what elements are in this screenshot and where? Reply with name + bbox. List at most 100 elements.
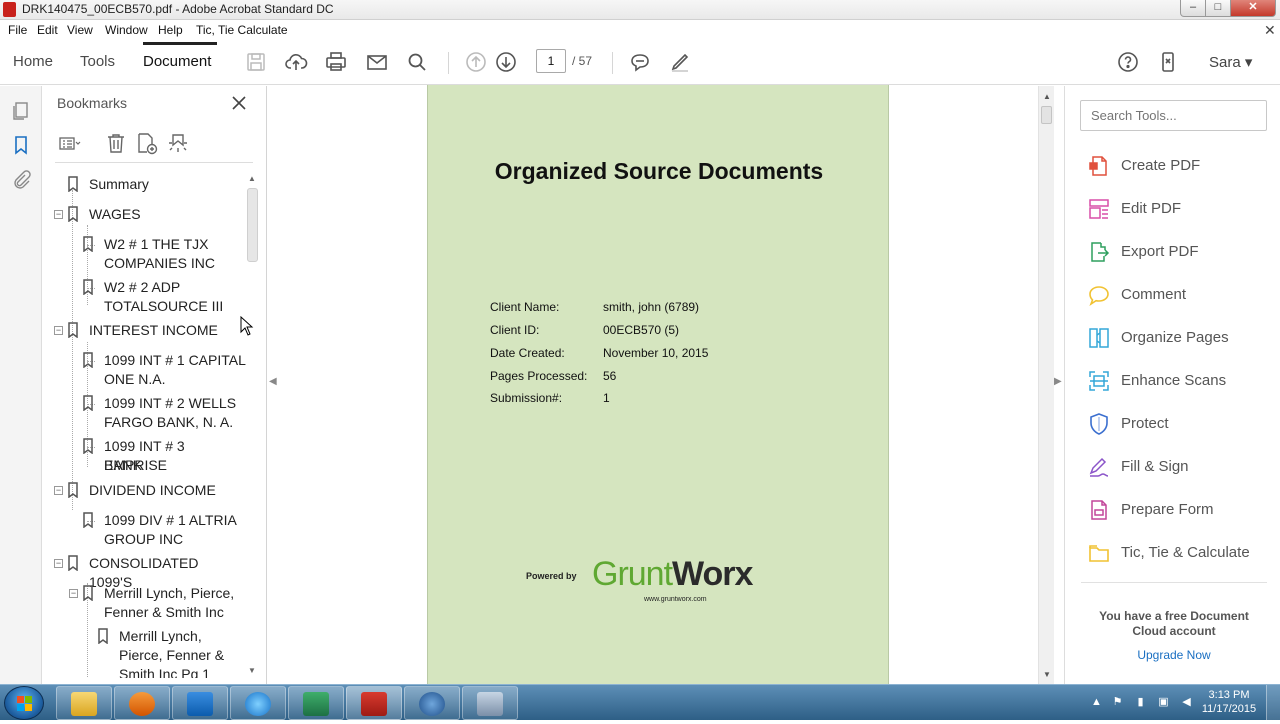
close-icon[interactable] [230, 94, 248, 112]
network-tool-icon[interactable] [462, 686, 518, 720]
next-page-icon[interactable] [494, 50, 520, 74]
menu-tic-tie-calculate[interactable]: Tic, Tie Calculate [196, 23, 288, 37]
bookmark-w2-1[interactable]: W2 # 1 THE TJX COMPANIES INC [42, 232, 247, 272]
bookmark-w2-2[interactable]: W2 # 2 ADP TOTALSOURCE III [42, 275, 247, 315]
tool-fill-sign[interactable]: Fill & Sign [1087, 455, 1277, 483]
menu-file[interactable]: File [8, 23, 27, 37]
tool-enhance-scans[interactable]: Enhance Scans [1087, 369, 1277, 397]
tool-label: Organize Pages [1121, 329, 1229, 346]
upgrade-now-link[interactable]: Upgrade Now [1089, 648, 1259, 662]
tool-create-pdf[interactable]: Create PDF [1087, 154, 1277, 182]
scroll-thumb[interactable] [1041, 106, 1052, 124]
collapse-toggle[interactable]: − [54, 210, 63, 219]
expand-tools-pane-icon[interactable]: ▶ [1054, 376, 1062, 387]
collapse-toggle[interactable]: − [54, 486, 63, 495]
highlight-pen-icon[interactable] [668, 50, 694, 74]
maximize-button[interactable]: □ [1205, 0, 1231, 17]
action-center-flag-icon[interactable]: ⚑ [1111, 696, 1124, 709]
search-tools-input[interactable] [1080, 100, 1267, 131]
scroll-thumb[interactable] [247, 188, 258, 262]
media-player-icon[interactable] [114, 686, 170, 720]
bookmark-options-icon[interactable] [58, 131, 84, 155]
scroll-down-arrow[interactable]: ▼ [1043, 670, 1051, 679]
system-clock[interactable]: 3:13 PM 11/17/2015 [1200, 688, 1258, 716]
bookmark-merrill-lynch[interactable]: − Merrill Lynch, Pierce, Fenner & Smith … [42, 581, 247, 621]
new-bookmark-icon[interactable] [135, 131, 161, 155]
tool-tic-tie-calculate[interactable]: Tic, Tie & Calculate [1087, 541, 1277, 569]
show-hidden-icons-icon[interactable]: ▲ [1090, 696, 1103, 709]
volume-muted-icon[interactable]: ◀ [1180, 696, 1193, 709]
bookmark-1099-int-1[interactable]: 1099 INT # 1 CAPITAL ONE N.A. [42, 348, 247, 388]
help-icon[interactable] [1116, 50, 1142, 74]
bookmark-1099-div-1[interactable]: 1099 DIV # 1 ALTRIA GROUP INC [42, 508, 247, 548]
scroll-up-arrow[interactable]: ▲ [248, 174, 256, 183]
attachments-icon[interactable] [10, 168, 32, 190]
comment-icon[interactable] [628, 50, 654, 74]
bookmarks-scrollbar[interactable]: ▲ ▼ [245, 172, 259, 678]
collapse-toggle[interactable]: − [54, 559, 63, 568]
bookmark-wages[interactable]: − WAGES [42, 202, 242, 226]
user-menu[interactable]: Sara ▾ [1209, 53, 1252, 71]
clock-date: 11/17/2015 [1201, 703, 1257, 715]
tab-document[interactable]: Document [143, 53, 211, 70]
bookmark-1099-int-2[interactable]: 1099 INT # 2 WELLS FARGO BANK, N. A. [42, 391, 247, 431]
bookmark-merrill-lynch-pg1[interactable]: Merrill Lynch, Pierce, Fenner & Smith In… [42, 624, 247, 678]
scroll-down-arrow[interactable]: ▼ [248, 666, 256, 675]
bookmark-interest-income[interactable]: − INTEREST INCOME [42, 318, 242, 342]
start-button[interactable] [4, 686, 44, 720]
bookmark-label: COMPANIES INC [104, 255, 215, 271]
page-thumbnails-icon[interactable] [10, 100, 32, 122]
minimize-button[interactable]: – [1180, 0, 1206, 17]
tab-tools[interactable]: Tools [80, 53, 115, 70]
tool-comment[interactable]: Comment [1087, 283, 1277, 311]
close-window-button[interactable]: ✕ [1230, 0, 1276, 17]
tool-organize-pages[interactable]: Organize Pages [1087, 326, 1277, 354]
network-icon[interactable]: ▣ [1157, 696, 1170, 709]
bookmarks-icon[interactable] [10, 134, 32, 156]
file-explorer-icon[interactable] [56, 686, 112, 720]
search-icon[interactable] [405, 50, 431, 74]
previous-page-icon[interactable] [464, 50, 490, 74]
document-heading: Organized Source Documents [494, 158, 824, 184]
menu-window[interactable]: Window [105, 23, 148, 37]
collapse-toggle[interactable]: − [69, 589, 78, 598]
bookmark-dividend-income[interactable]: − DIVIDEND INCOME [42, 478, 242, 502]
tool-export-pdf[interactable]: Export PDF [1087, 240, 1277, 268]
print-icon[interactable] [324, 50, 350, 74]
bookmark-properties-icon[interactable] [166, 131, 192, 155]
collapse-left-pane-icon[interactable]: ◀ [269, 376, 277, 387]
tool-protect[interactable]: Protect [1087, 412, 1277, 440]
bookmark-summary[interactable]: Summary [42, 172, 242, 196]
tool-prepare-form[interactable]: Prepare Form [1087, 498, 1277, 526]
save-icon[interactable] [244, 50, 270, 74]
drake-14-icon[interactable] [404, 686, 460, 720]
page-number-input[interactable]: 1 [536, 49, 566, 73]
menu-help[interactable]: Help [158, 23, 183, 37]
excel-icon[interactable] [288, 686, 344, 720]
close-document-button[interactable]: ✕ [1264, 22, 1276, 39]
delete-bookmark-icon[interactable] [104, 131, 130, 155]
battery-icon[interactable]: ▮ [1134, 696, 1147, 709]
menu-view[interactable]: View [67, 23, 93, 37]
mobile-link-icon[interactable] [1156, 50, 1182, 74]
scroll-up-arrow[interactable]: ▲ [1043, 92, 1051, 101]
collapse-toggle[interactable]: − [54, 326, 63, 335]
show-desktop-button[interactable] [1266, 685, 1280, 721]
acrobat-icon[interactable] [346, 686, 402, 720]
tab-home[interactable]: Home [13, 53, 53, 70]
bookmark-1099-int-3[interactable]: 1099 INT # 3 EMPRISE BANK [42, 434, 247, 474]
document-view[interactable]: ◀ Organized Source Documents Client Name… [268, 85, 1038, 685]
internet-explorer-icon[interactable] [230, 686, 286, 720]
bookmarks-title: Bookmarks [57, 95, 128, 111]
bookmark-consolidated-1099s[interactable]: − CONSOLIDATED 1099'S [42, 551, 242, 590]
active-tab-indicator [143, 42, 217, 45]
email-icon[interactable] [365, 50, 391, 74]
outlook-icon[interactable] [172, 686, 228, 720]
tool-edit-pdf[interactable]: Edit PDF [1087, 197, 1277, 225]
window-title: DRK140475_00ECB570.pdf - Adobe Acrobat S… [22, 2, 334, 16]
menu-edit[interactable]: Edit [37, 23, 58, 37]
upload-cloud-icon[interactable] [284, 50, 310, 74]
document-scrollbar[interactable]: ▲ ▼ [1038, 86, 1054, 684]
navigation-pane-strip [0, 86, 42, 684]
powered-by-text: Powered by [526, 571, 577, 581]
